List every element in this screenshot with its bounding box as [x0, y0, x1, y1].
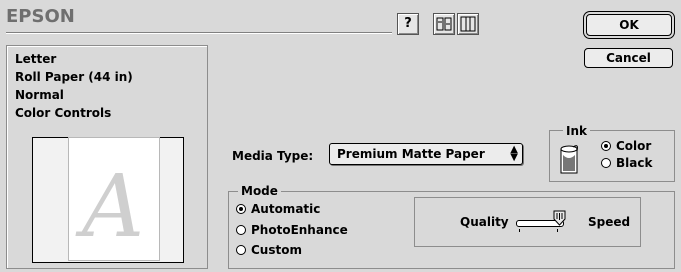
ink-option-black[interactable]: Black: [601, 155, 652, 170]
media-type-value: Premium Matte Paper: [337, 147, 485, 161]
summary-quality: Normal: [15, 88, 64, 102]
layout-icon[interactable]: [457, 13, 479, 35]
mode-custom-label: Custom: [251, 242, 302, 257]
summary-color: Color Controls: [15, 106, 112, 120]
ink-option-color[interactable]: Color: [601, 138, 651, 153]
mode-legend: Mode: [238, 184, 281, 198]
mode-automatic-radio[interactable]: [236, 203, 246, 214]
brand-title: EPSON: [6, 6, 75, 27]
media-type-popup[interactable]: Premium Matte Paper ▲ ▼: [329, 143, 523, 165]
summary-paper-source: Roll Paper (44 in): [15, 70, 133, 84]
ok-button[interactable]: OK: [586, 14, 672, 36]
popup-arrows-icon: ▲ ▼: [510, 144, 518, 163]
preview-letter: A: [81, 157, 145, 257]
mode-photoenhance-label: PhotoEnhance: [251, 222, 348, 237]
ink-cartridge-icon: [560, 145, 578, 174]
ink-black-label: Black: [616, 155, 653, 170]
mode-photoenhance-radio[interactable]: [236, 224, 246, 235]
ink-color-label: Color: [616, 138, 652, 153]
help-icon[interactable]: ?: [397, 13, 419, 35]
slider-tick-left: [519, 229, 520, 232]
mode-option-automatic[interactable]: Automatic: [236, 201, 320, 216]
ink-legend: Ink: [563, 124, 590, 138]
quality-speed-slider-thumb[interactable]: [553, 210, 566, 226]
ink-color-radio[interactable]: [601, 140, 611, 151]
utility-icon[interactable]: [433, 13, 455, 35]
quality-label: Quality: [460, 215, 509, 229]
cancel-button[interactable]: Cancel: [584, 48, 673, 68]
summary-paper-size: Letter: [15, 52, 57, 66]
mode-option-custom[interactable]: Custom: [236, 242, 302, 257]
media-type-label: Media Type:: [232, 149, 314, 163]
speed-label: Speed: [588, 215, 631, 229]
ink-black-radio[interactable]: [601, 157, 611, 168]
slider-tick-right: [557, 229, 558, 232]
mode-option-photoenhance[interactable]: PhotoEnhance: [236, 222, 348, 237]
mode-custom-radio[interactable]: [236, 244, 246, 255]
utility-icon-graphic: [436, 17, 452, 31]
mode-automatic-label: Automatic: [251, 201, 321, 216]
layout-icon-graphic: [460, 16, 476, 32]
header-divider-highlight: [6, 33, 392, 34]
help-icon-glyph: ?: [404, 16, 412, 31]
